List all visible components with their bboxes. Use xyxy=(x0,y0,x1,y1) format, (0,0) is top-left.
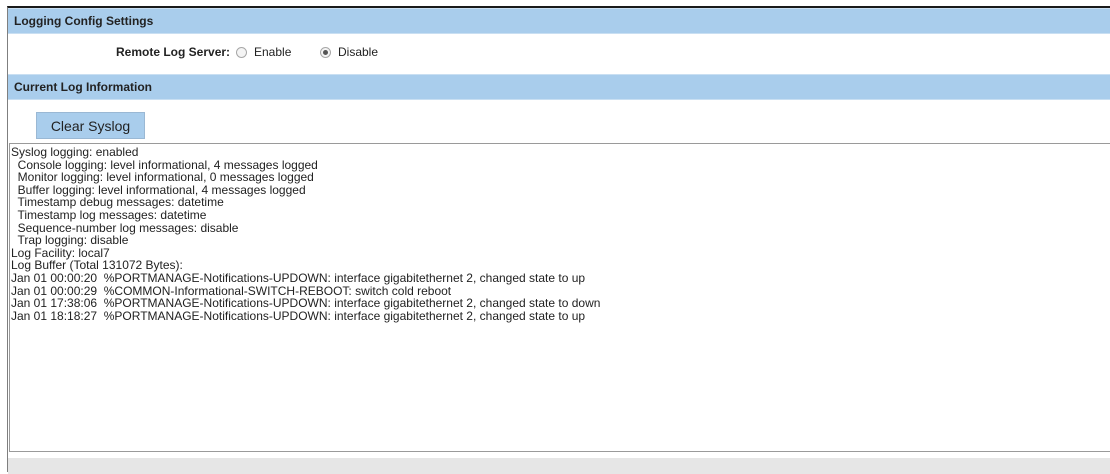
remote-log-enable-option[interactable]: Enable xyxy=(236,41,291,63)
log-line: Trap logging: disable xyxy=(11,233,129,248)
logging-config-header: Logging Config Settings xyxy=(8,8,1110,34)
log-line: Timestamp log messages: datetime xyxy=(11,207,207,222)
logging-panel: Logging Config Settings Remote Log Serve… xyxy=(7,6,1110,474)
remote-log-server-label: Remote Log Server: xyxy=(116,45,231,59)
clear-syslog-button[interactable]: Clear Syslog xyxy=(36,112,145,139)
current-log-header: Current Log Information xyxy=(8,74,1110,100)
disable-radio-label: Disable xyxy=(338,45,379,59)
remote-log-server-row: Remote Log Server: Enable Disable xyxy=(8,41,1110,63)
log-line: Jan 01 17:38:06 %PORTMANAGE-Notification… xyxy=(11,296,601,311)
log-textarea[interactable]: Syslog logging: enabled Console logging:… xyxy=(9,143,1110,452)
log-line: Jan 01 00:00:20 %PORTMANAGE-Notification… xyxy=(11,270,586,285)
log-line: Sequence-number log messages: disable xyxy=(11,220,239,235)
enable-radio-label: Enable xyxy=(254,45,292,59)
remote-log-disable-option[interactable]: Disable xyxy=(320,41,378,63)
enable-radio[interactable] xyxy=(236,46,247,58)
disable-radio[interactable] xyxy=(320,46,331,58)
log-line: Syslog logging: enabled xyxy=(11,145,139,159)
log-line: Jan 01 18:18:27 %PORTMANAGE-Notification… xyxy=(11,308,586,323)
log-line: Monitor logging: level informational, 0 … xyxy=(11,170,314,185)
